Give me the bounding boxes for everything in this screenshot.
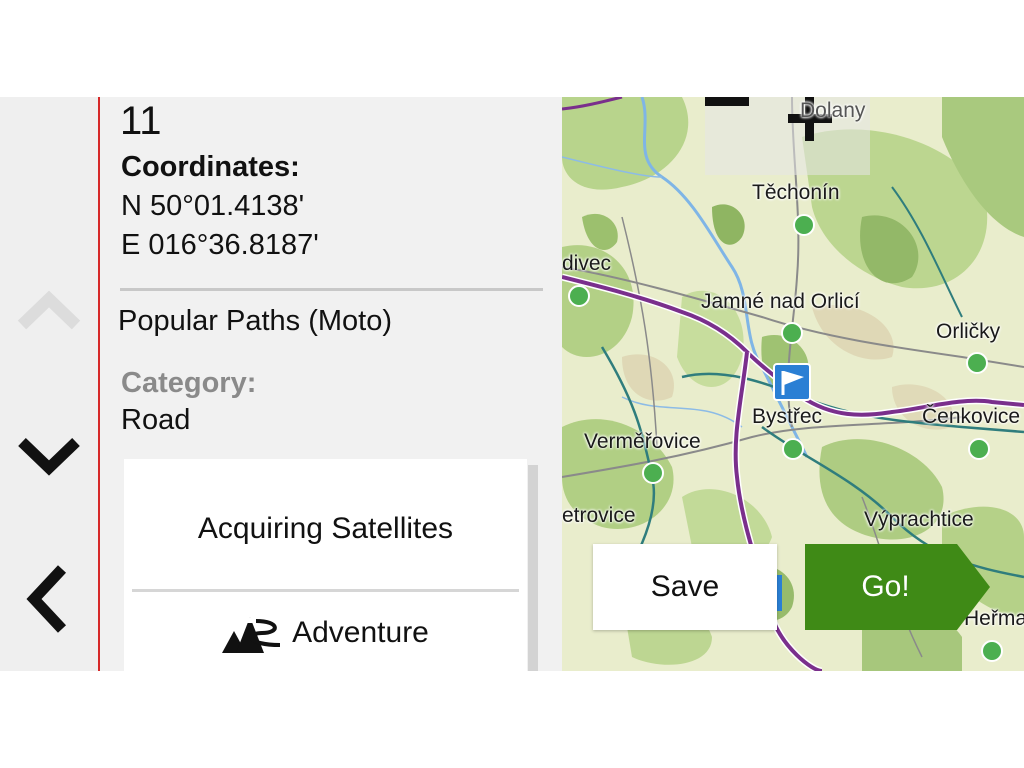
scroll-down-button[interactable]	[10, 415, 88, 495]
routing-mode-label: Adventure	[292, 616, 429, 649]
back-button[interactable]	[10, 559, 88, 639]
map-poi-marker[interactable]	[642, 462, 664, 484]
satellite-status-label: Acquiring Satellites	[197, 512, 454, 545]
destination-flag-icon	[773, 363, 811, 401]
map-place-label: etrovice	[562, 504, 636, 527]
save-button[interactable]: Save	[593, 544, 777, 630]
zoom-out-button[interactable]	[705, 97, 787, 175]
chevron-left-icon	[26, 565, 67, 633]
detail-panel: 11 Coordinates: N 50°01.4138' E 016°36.8…	[100, 97, 562, 671]
map-poi-marker[interactable]	[968, 438, 990, 460]
map-place-label: Bystřec	[752, 405, 823, 428]
map-place-label: Výprachtice	[864, 508, 974, 531]
device-screen: 11 Coordinates: N 50°01.4138' E 016°36.8…	[0, 97, 1024, 671]
category-value: Road	[121, 404, 191, 436]
map-place-label: divec	[562, 252, 612, 275]
save-button-label: Save	[650, 570, 720, 603]
scroll-up-button[interactable]	[10, 272, 88, 352]
chevron-up-icon	[17, 290, 81, 330]
map-poi-marker[interactable]	[568, 285, 590, 307]
adventure-mountain-icon	[222, 617, 281, 653]
map-place-label: Těchonín	[752, 181, 840, 204]
map-view[interactable]: Dolany Těchonín divec Jamné nad Orlicí O…	[562, 97, 1024, 671]
map-poi-marker[interactable]	[981, 640, 1003, 662]
action-list: Acquiring Satellites Adventure	[124, 459, 527, 671]
map-place-label: Orličky	[936, 320, 1001, 343]
go-button-label: Go!	[861, 570, 910, 603]
map-poi-marker[interactable]	[793, 214, 815, 236]
coordinates-label: Coordinates:	[121, 151, 300, 183]
elevation-value: 11	[120, 99, 162, 143]
routing-mode-button[interactable]: Adventure	[124, 593, 527, 671]
map-place-label: Jamné nad Orlicí	[701, 290, 860, 313]
longitude-value: E 016°36.8187'	[121, 229, 319, 261]
map-poi-marker[interactable]	[781, 322, 803, 344]
nav-rail	[0, 97, 98, 671]
action-list-scrollbar[interactable]	[528, 465, 538, 671]
minus-icon	[705, 97, 749, 106]
map-place-label: Dolany	[800, 99, 866, 122]
category-label: Category:	[121, 367, 257, 399]
action-divider	[132, 589, 519, 592]
map-place-label: Verměřovice	[584, 430, 701, 453]
map-poi-marker[interactable]	[782, 438, 804, 460]
map-place-label: Čenkovice	[922, 405, 1021, 428]
map-poi-marker[interactable]	[966, 352, 988, 374]
source-label: Popular Paths (Moto)	[118, 305, 393, 337]
latitude-value: N 50°01.4138'	[121, 190, 305, 222]
satellite-status[interactable]: Acquiring Satellites	[124, 489, 527, 569]
go-button[interactable]: Go!	[805, 544, 990, 630]
chevron-down-icon	[18, 438, 80, 476]
section-divider	[120, 288, 543, 291]
